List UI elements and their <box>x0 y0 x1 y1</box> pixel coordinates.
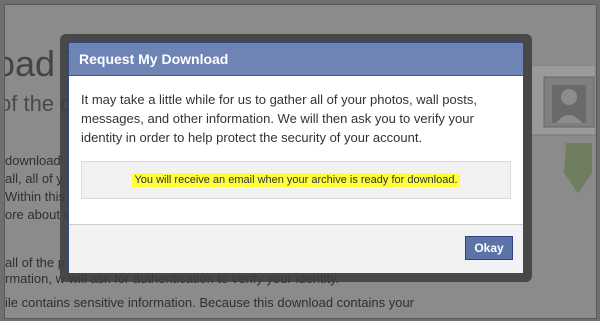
background-line: download <box>5 153 61 168</box>
archive-email-notice: You will receive an email when your arch… <box>132 173 460 187</box>
request-download-modal: Request My Download It may take a little… <box>60 34 532 282</box>
dialog-message: It may take a little while for us to gat… <box>81 92 477 145</box>
dialog-title: Request My Download <box>79 51 229 67</box>
background-line: all, all of y <box>5 171 63 186</box>
profile-archive-illustration <box>529 65 596 193</box>
background-line: Within this <box>5 189 65 204</box>
background-line: all of the p <box>5 255 65 270</box>
okay-button[interactable]: Okay <box>465 236 513 260</box>
dialog-header: Request My Download <box>69 43 523 76</box>
notice-box: You will receive an email when your arch… <box>81 161 511 199</box>
dialog: Request My Download It may take a little… <box>68 42 524 274</box>
dialog-footer: Okay <box>69 224 523 273</box>
dialog-body: It may take a little while for us to gat… <box>69 76 523 199</box>
background-line: ile contains sensitive information. Beca… <box>5 295 415 310</box>
